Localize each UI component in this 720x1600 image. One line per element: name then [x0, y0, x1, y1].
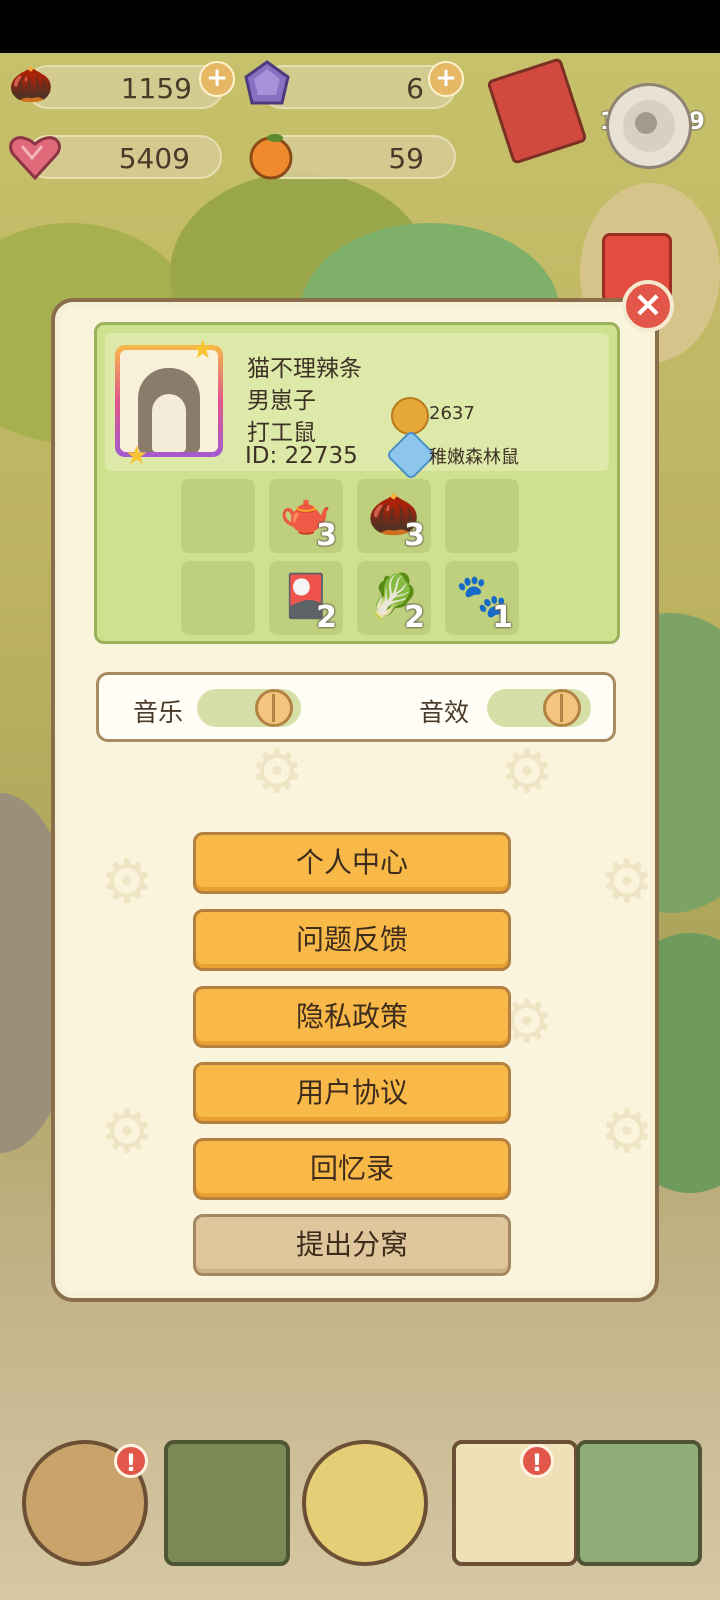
privacy-policy-button[interactable]: 隐私政策 — [193, 986, 511, 1048]
item-slot[interactable] — [445, 479, 519, 553]
item-slot[interactable]: 🎴 2 — [269, 561, 343, 635]
add-crystal-button[interactable]: + — [428, 61, 464, 97]
task-alert-badge: ! — [520, 1444, 554, 1478]
close-button[interactable]: × — [622, 280, 674, 332]
player-gender: 男崽子 — [247, 388, 316, 414]
add-acorn-button[interactable]: + — [199, 61, 235, 97]
crystal-value: 6 — [406, 72, 424, 105]
memoir-button[interactable]: 回忆录 — [193, 1138, 511, 1200]
item-slot[interactable]: 🥬 2 — [357, 561, 431, 635]
heart-icon — [8, 129, 62, 183]
item-count: 3 — [316, 518, 337, 553]
map-location-icon[interactable] — [576, 1440, 702, 1566]
leave-nest-button[interactable]: 提出分窝 — [193, 1214, 511, 1276]
player-rank: 稚嫩森林鼠 — [429, 447, 519, 468]
bell-icon — [391, 397, 429, 435]
music-label: 音乐 — [133, 698, 184, 727]
letter-envelope-icon[interactable] — [164, 1440, 290, 1566]
player-title: 打工鼠 — [247, 420, 316, 446]
gear-watermark-icon: ⚙ — [500, 737, 554, 807]
status-bar — [0, 0, 720, 53]
friends-mice-icon[interactable] — [302, 1440, 428, 1566]
task-clipboard-icon[interactable] — [452, 1440, 578, 1566]
purple-crystal-icon — [240, 57, 294, 111]
item-count: 2 — [404, 600, 425, 635]
item-count: 3 — [404, 518, 425, 553]
sfx-toggle-knob[interactable] — [543, 689, 581, 727]
sfx-label: 音效 — [419, 698, 470, 727]
player-name: 猫不理辣条 — [247, 356, 362, 382]
acorn-value: 1159 — [120, 72, 192, 105]
item-slot[interactable]: 🌰 3 — [357, 479, 431, 553]
house-alert-badge: ! — [114, 1444, 148, 1478]
gear-watermark-icon: ⚙ — [600, 1097, 650, 1167]
user-agreement-button[interactable]: 用户协议 — [193, 1062, 511, 1124]
orange-icon — [244, 127, 298, 181]
acorn-icon: 🌰 — [8, 64, 54, 105]
item-slot[interactable]: 🐾 1 — [445, 561, 519, 635]
bell-count: 2637 — [429, 403, 475, 424]
player-id: ID: 22735 — [245, 443, 358, 469]
personal-center-button[interactable]: 个人中心 — [193, 832, 511, 894]
item-count: 2 — [316, 600, 337, 635]
gear-watermark-icon: ⚙ — [100, 847, 154, 917]
item-slot[interactable] — [181, 479, 255, 553]
music-toggle-knob[interactable] — [255, 689, 293, 727]
mail-letters-icon[interactable] — [486, 57, 588, 165]
profile-card: ★ ★ 猫不理辣条 男崽子 打工鼠 ID: 22735 2637 稚嫩森林鼠 🫖… — [94, 322, 620, 644]
settings-gear-icon[interactable] — [606, 83, 692, 169]
gear-watermark-icon: ⚙ — [250, 737, 304, 807]
item-count: 1 — [492, 600, 513, 635]
item-slot[interactable] — [181, 561, 255, 635]
item-slot[interactable]: 🫖 3 — [269, 479, 343, 553]
gear-watermark-icon: ⚙ — [600, 847, 650, 917]
orange-value: 59 — [388, 142, 424, 175]
audio-settings: 音乐 音效 — [96, 672, 616, 742]
heart-value: 5409 — [118, 142, 190, 175]
feedback-button[interactable]: 问题反馈 — [193, 909, 511, 971]
star-icon: ★ — [191, 335, 215, 365]
star-icon: ★ — [125, 441, 149, 471]
gear-watermark-icon: ⚙ — [100, 1097, 154, 1167]
